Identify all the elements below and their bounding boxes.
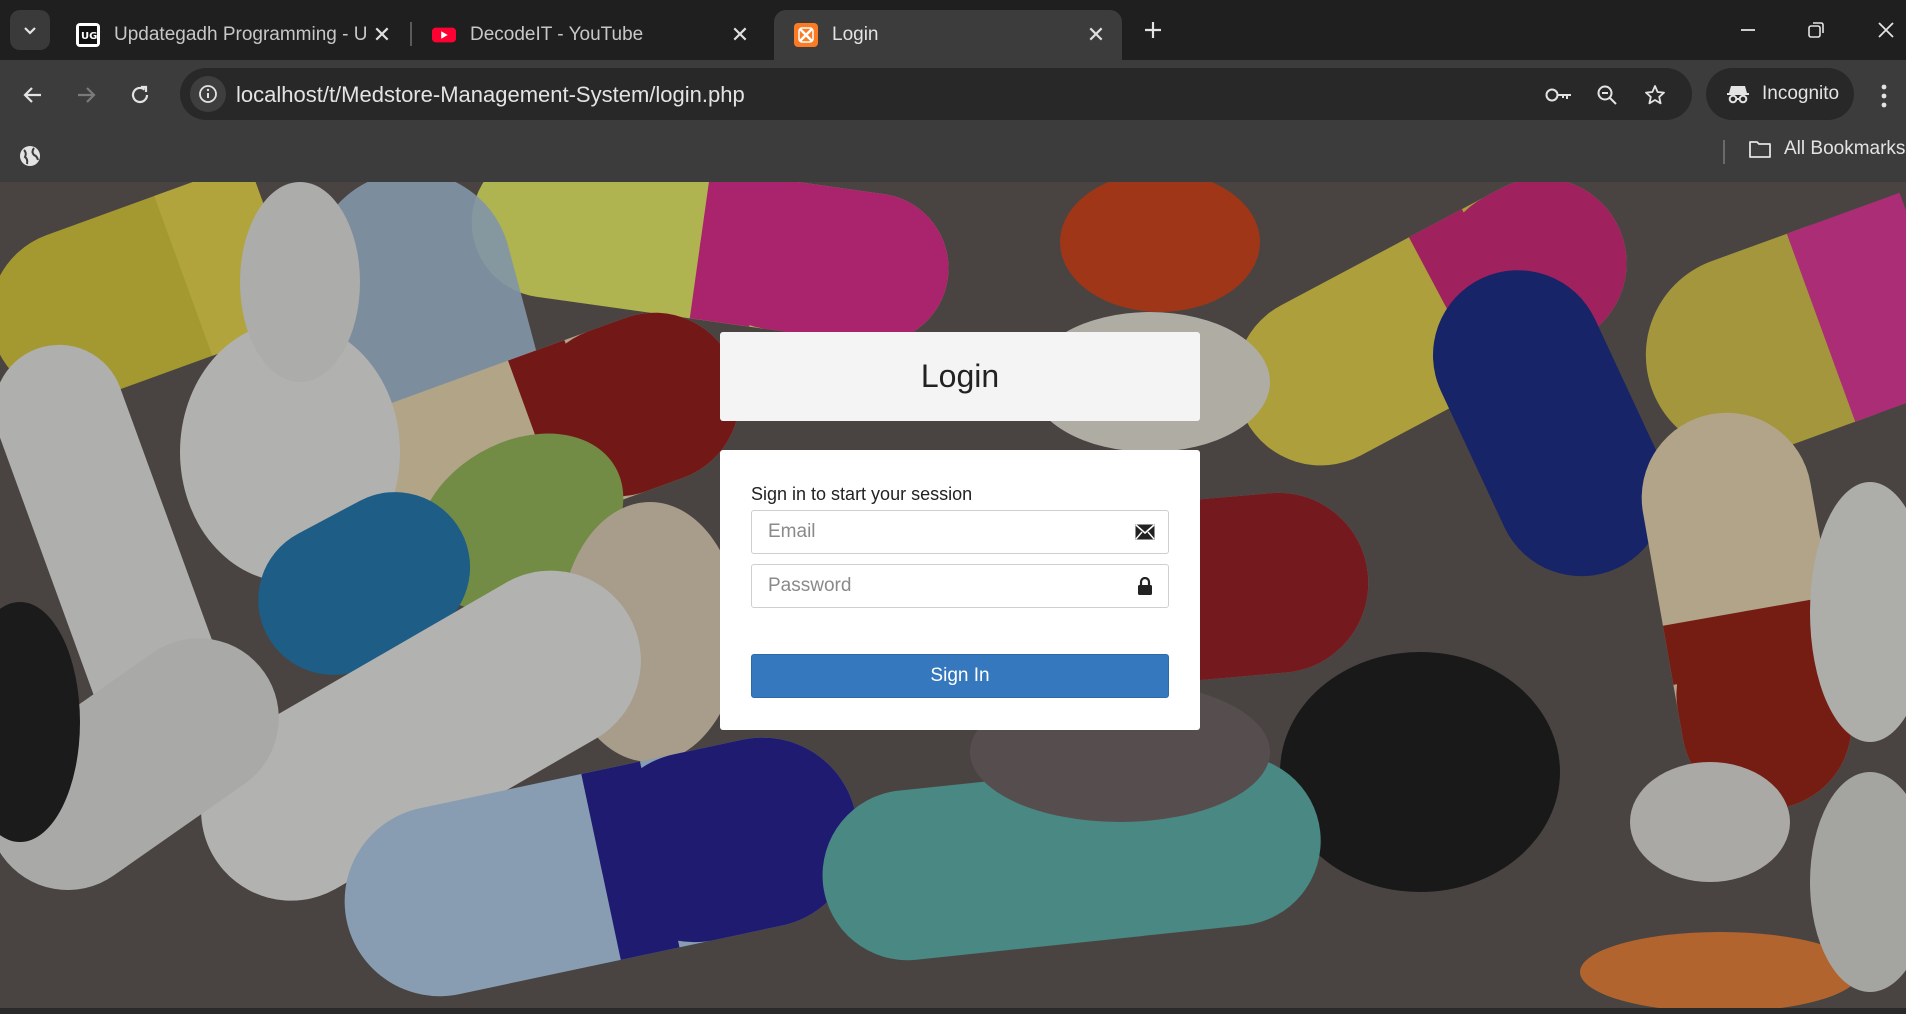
envelope-icon: [1134, 522, 1156, 542]
browser-toolbar: localhost/t/Medstore-Management-System/l…: [0, 60, 1906, 130]
youtube-icon: [432, 23, 456, 47]
tab-login[interactable]: Login ✕: [774, 10, 1122, 60]
globe-icon[interactable]: [18, 144, 42, 173]
page-viewport: Login Sign in to start your session Sign…: [0, 182, 1906, 1008]
tab-title: Updategadh Programming - Up: [114, 24, 368, 45]
tab-title: DecodeIT - YouTube: [470, 24, 644, 45]
lock-icon: [1134, 576, 1156, 596]
svg-text:UG: UG: [81, 31, 97, 42]
restore-icon: [1808, 22, 1824, 38]
all-bookmarks-button[interactable]: All Bookmarks: [1748, 138, 1905, 160]
forward-button[interactable]: [64, 73, 108, 117]
tab-updategadh[interactable]: UG Updategadh Programming - Up ✕: [56, 10, 408, 60]
xampp-icon: [794, 23, 818, 47]
window-bottom-edge: [0, 1008, 1906, 1014]
tab-strip: UG Updategadh Programming - Up ✕ DecodeI…: [0, 0, 1906, 60]
reload-icon: [131, 85, 149, 104]
star-icon: [1645, 85, 1665, 105]
more-vertical-icon: [1881, 84, 1887, 108]
password-field-wrapper: [751, 564, 1169, 608]
url-text[interactable]: localhost/t/Medstore-Management-System/l…: [236, 82, 745, 108]
address-bar[interactable]: localhost/t/Medstore-Management-System/l…: [180, 68, 1692, 120]
close-icon: [1878, 22, 1894, 38]
back-button[interactable]: [11, 73, 55, 117]
info-icon: [199, 85, 217, 103]
login-message: Sign in to start your session: [751, 484, 973, 504]
tab-youtube[interactable]: DecodeIT - YouTube ✕: [412, 10, 766, 60]
zoom-button[interactable]: [1592, 80, 1622, 110]
close-icon[interactable]: ✕: [726, 21, 754, 49]
login-title-box: Login: [720, 332, 1200, 421]
bookmarks-bar: All Bookmarks: [0, 130, 1906, 182]
tab-title: Login: [832, 24, 879, 45]
page-title: Login: [920, 358, 1000, 394]
key-icon: [1545, 88, 1571, 102]
tab-search-button[interactable]: [10, 10, 50, 50]
zoom-out-icon: [1597, 85, 1617, 105]
minimize-icon: [1741, 29, 1755, 31]
all-bookmarks-label: All Bookmarks: [1784, 138, 1906, 159]
plus-icon: [1145, 22, 1161, 38]
restore-button[interactable]: [1796, 10, 1836, 50]
close-window-button[interactable]: [1866, 10, 1906, 50]
sign-in-button[interactable]: Sign In: [751, 654, 1169, 698]
arrow-right-icon: [78, 87, 96, 103]
reload-button[interactable]: [118, 73, 162, 117]
close-icon[interactable]: ✕: [368, 21, 396, 49]
email-field[interactable]: [752, 511, 1122, 553]
password-field[interactable]: [752, 565, 1122, 607]
email-field-wrapper: [751, 510, 1169, 554]
incognito-label: Incognito: [1762, 83, 1840, 104]
password-key-button[interactable]: [1544, 80, 1574, 110]
close-icon[interactable]: ✕: [1082, 21, 1110, 49]
incognito-icon: [1726, 83, 1750, 105]
minimize-button[interactable]: [1728, 10, 1768, 50]
bookmarks-separator: [1723, 140, 1725, 164]
ug-logo-icon: UG: [76, 23, 100, 47]
incognito-indicator[interactable]: Incognito: [1706, 68, 1854, 120]
folder-icon: [1749, 141, 1771, 158]
site-info-button[interactable]: [190, 76, 226, 112]
bookmark-star-button[interactable]: [1640, 80, 1670, 110]
login-form: Sign in to start your session Sign In: [720, 450, 1200, 730]
browser-menu-button[interactable]: [1868, 78, 1900, 114]
new-tab-button[interactable]: [1137, 14, 1169, 46]
arrow-left-icon: [23, 87, 41, 103]
chevron-down-icon: [24, 27, 36, 35]
